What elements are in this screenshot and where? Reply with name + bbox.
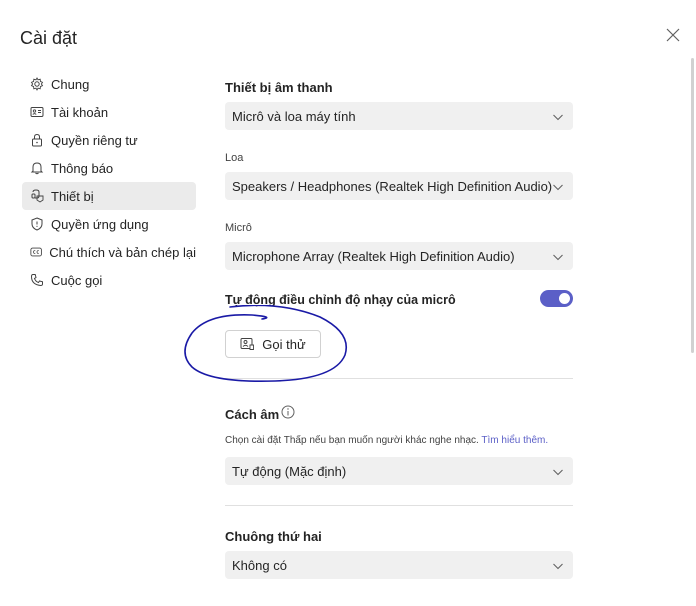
divider: [225, 505, 573, 506]
sidebar-item-privacy[interactable]: Quyền riêng tư: [22, 126, 196, 154]
id-card-icon: [30, 107, 44, 117]
sidebar-item-label: Cuộc gọi: [51, 272, 103, 288]
secondary-ringer-select[interactable]: Không có: [225, 551, 573, 579]
sidebar-item-general[interactable]: Chung: [22, 70, 196, 98]
phone-icon: [30, 274, 43, 287]
sidebar-item-captions[interactable]: Chú thích và bản chép lại: [22, 238, 196, 266]
test-call-button[interactable]: Gọi thử: [225, 330, 321, 358]
gear-icon: [30, 77, 44, 91]
device-icon: [31, 189, 44, 203]
auto-adjust-toggle[interactable]: [540, 290, 573, 307]
bell-icon: [30, 162, 44, 175]
select-value: Không có: [232, 557, 287, 573]
sidebar-item-label: Quyền riêng tư: [51, 132, 138, 148]
microphone-select[interactable]: Microphone Array (Realtek High Definitio…: [225, 242, 573, 270]
noise-suppression-title: Cách âm: [225, 407, 280, 422]
sidebar-item-calls[interactable]: Cuộc gọi: [22, 266, 196, 294]
close-icon[interactable]: [664, 26, 682, 44]
audio-device-select[interactable]: Micrô và loa máy tính: [225, 102, 573, 130]
sidebar-item-label: Tài khoản: [51, 104, 109, 120]
sidebar-item-label: Thông báo: [51, 160, 114, 176]
info-icon[interactable]: [281, 405, 295, 419]
chevron-down-icon: [553, 563, 563, 570]
secondary-ringer-title: Chuông thứ hai: [225, 529, 322, 544]
cc-icon: [30, 247, 42, 257]
sidebar-item-label: Quyền ứng dụng: [51, 216, 149, 232]
select-value: Micrô và loa máy tính: [232, 108, 356, 124]
sidebar-item-notifications[interactable]: Thông báo: [22, 154, 196, 182]
sidebar-item-devices[interactable]: Thiết bị: [22, 182, 196, 210]
noise-hint-text: Chọn cài đặt Thấp nếu bạn muốn người khá…: [225, 435, 479, 446]
audio-devices-title: Thiết bị âm thanh: [225, 80, 333, 95]
auto-adjust-label: Tự động điều chỉnh độ nhạy của micrô: [225, 293, 456, 307]
scrollbar-thumb[interactable]: [691, 58, 694, 353]
chevron-down-icon: [553, 184, 563, 191]
noise-suppression-select[interactable]: Tự động (Mặc định): [225, 457, 573, 485]
sidebar-item-label: Chung: [51, 76, 90, 92]
shield-icon: [31, 217, 43, 231]
noise-hint: Chọn cài đặt Thấp nếu bạn muốn người khá…: [225, 435, 548, 446]
chevron-down-icon: [553, 469, 563, 476]
settings-sidebar: Chung Tài khoản Quyền riêng tư Thông báo…: [22, 70, 196, 294]
microphone-label: Micrô: [225, 222, 252, 234]
speaker-label: Loa: [225, 152, 244, 164]
sidebar-item-label: Thiết bị: [51, 188, 94, 204]
select-value: Microphone Array (Realtek High Definitio…: [232, 248, 515, 264]
chevron-down-icon: [553, 114, 563, 121]
chevron-down-icon: [553, 254, 563, 261]
lock-icon: [32, 133, 42, 147]
speaker-select[interactable]: Speakers / Headphones (Realtek High Defi…: [225, 172, 573, 200]
select-value: Tự động (Mặc định): [232, 463, 347, 479]
divider: [225, 378, 573, 379]
select-value: Speakers / Headphones (Realtek High Defi…: [232, 178, 553, 194]
test-call-icon: [240, 338, 255, 350]
sidebar-item-account[interactable]: Tài khoản: [22, 98, 196, 126]
page-title: Cài đặt: [20, 28, 78, 48]
sidebar-item-app-permissions[interactable]: Quyền ứng dụng: [22, 210, 196, 238]
sidebar-item-label: Chú thích và bản chép lại: [49, 244, 196, 260]
test-call-label: Gọi thử: [262, 336, 306, 352]
toggle-knob: [559, 293, 570, 304]
learn-more-link[interactable]: Tìm hiểu thêm.: [481, 435, 548, 446]
